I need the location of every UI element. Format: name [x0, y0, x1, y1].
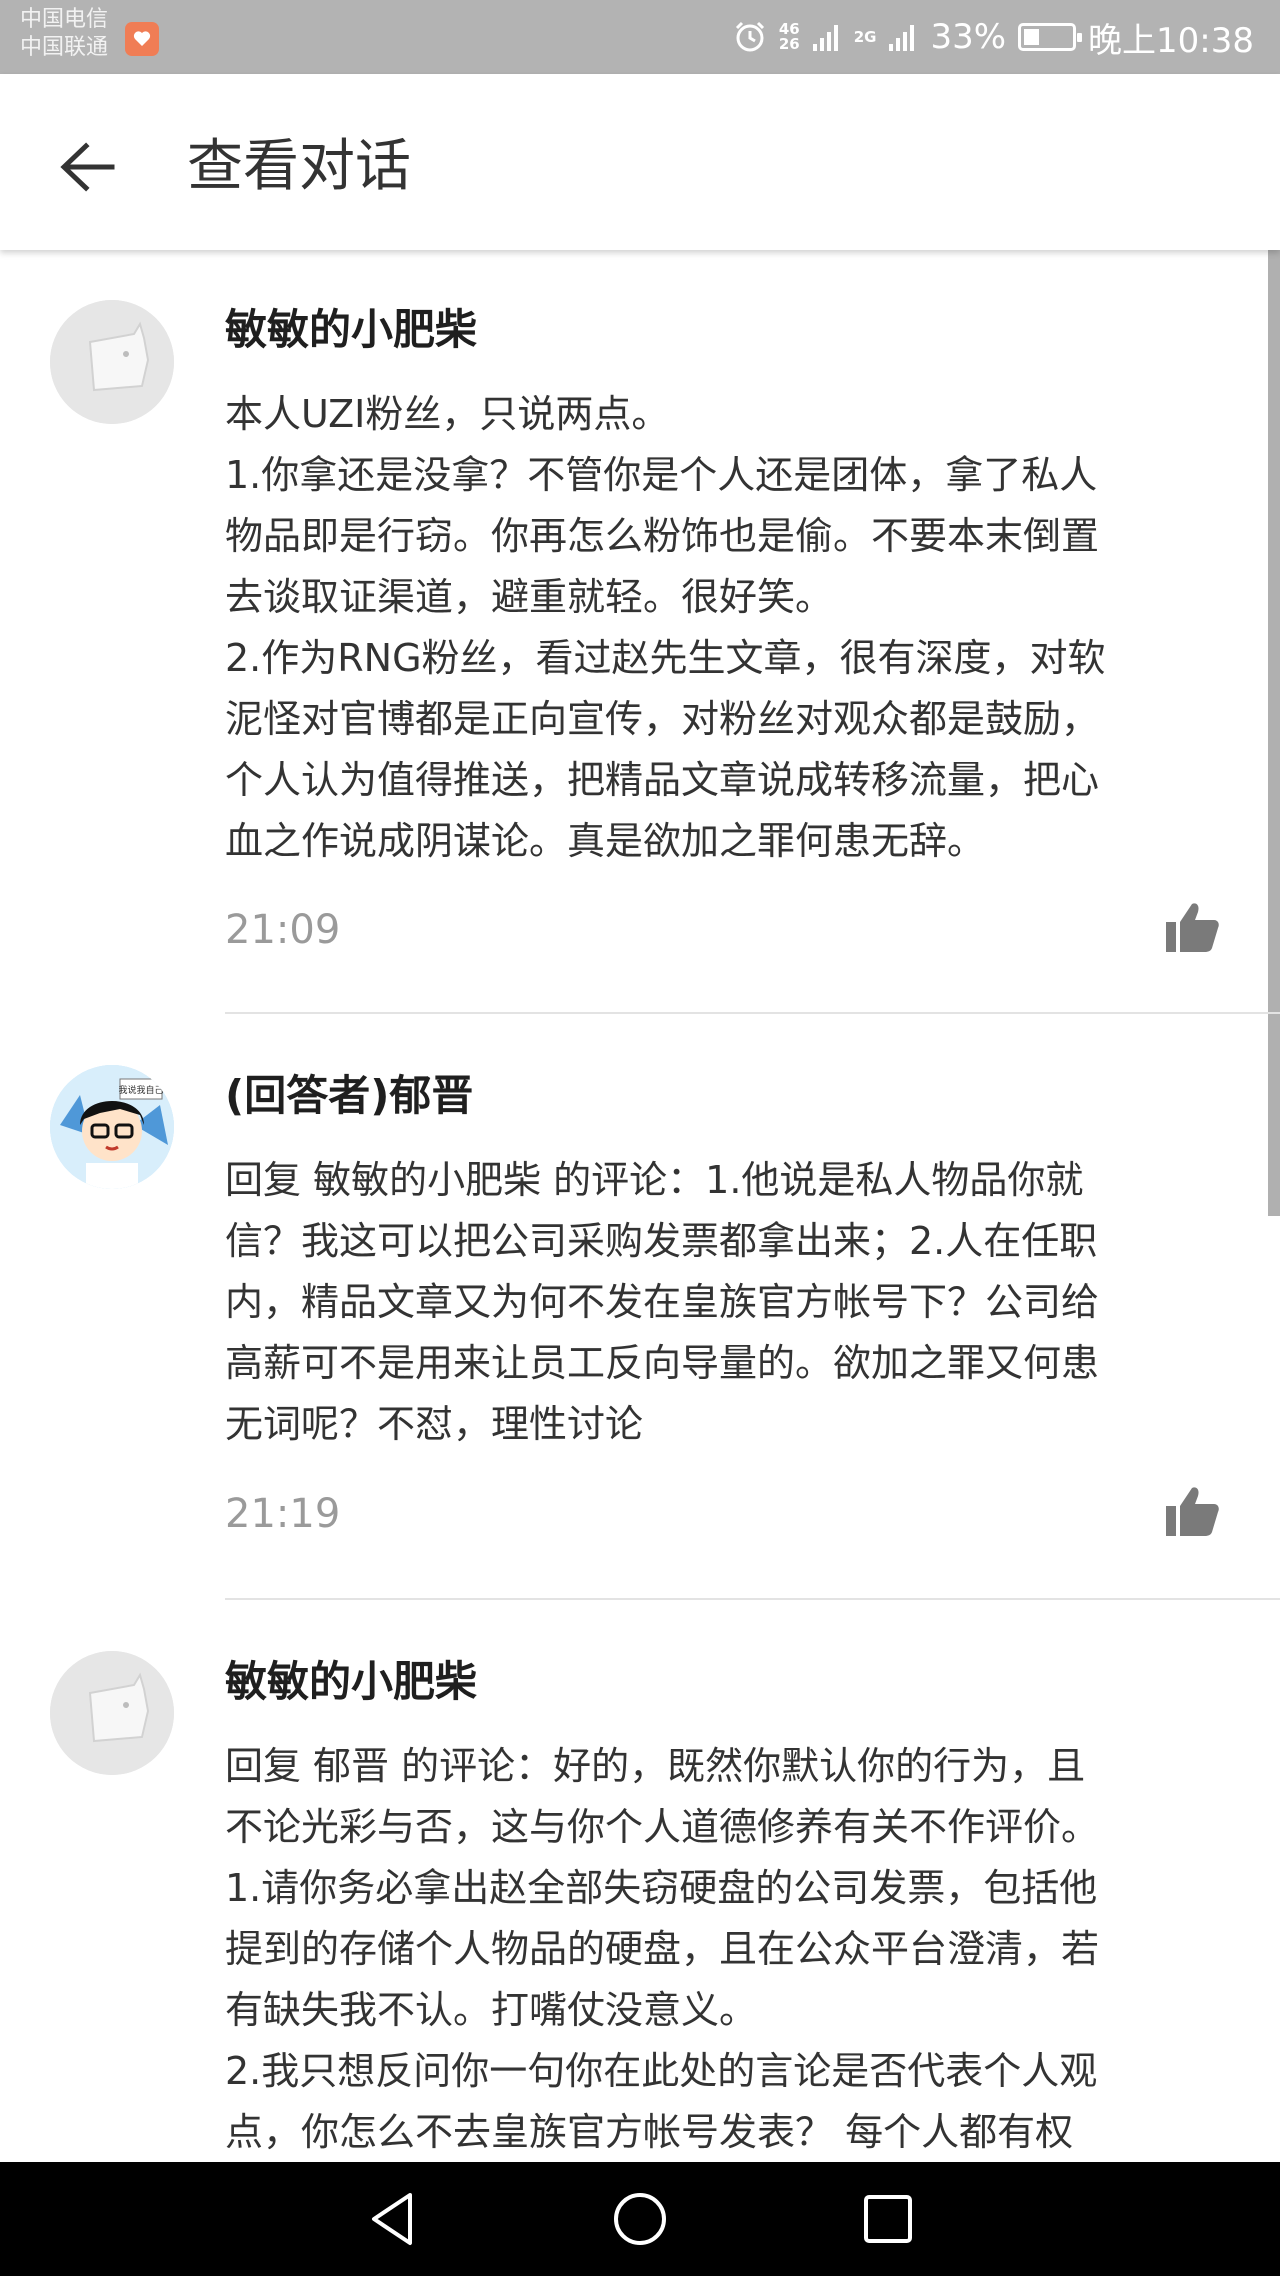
like-button[interactable] — [1162, 1482, 1222, 1542]
system-navigation-bar — [0, 2162, 1280, 2276]
triangle-back-icon — [372, 2193, 412, 2245]
comment-time: 21:19 — [225, 1491, 341, 1537]
nav-recents-button[interactable] — [858, 2189, 918, 2249]
divider — [225, 1012, 1280, 1014]
signal-type-2: 2G — [853, 27, 877, 46]
conversation-list[interactable]: 敏敏的小肥柴 本人UZI粉丝，只说两点。 1.你拿还是没拿？不管你是个人还是团体… — [0, 250, 1280, 2162]
app-bar: 查看对话 — [0, 74, 1280, 250]
nav-back-button[interactable] — [362, 2189, 422, 2249]
default-avatar-icon — [50, 1651, 174, 1775]
clock: 晚上10:38 — [1088, 20, 1254, 61]
comment-text: 回复 郁晋 的评论：好的，既然你默认你的行为，且 不论光彩与否，这与你个人道德修… — [225, 1744, 1100, 2154]
status-icons: 46 26 2G 33% 晚上10:38 — [733, 12, 1254, 62]
comment-text: 回复 敏敏的小肥柴 的评论：1.他说是私人物品你就 信？我这可以把公司采购发票都… — [225, 1158, 1100, 1446]
comment-author[interactable]: 敏敏的小肥柴 — [225, 1654, 477, 1710]
carrier-info: 中国电信 中国联通 — [20, 6, 108, 62]
scrollbar[interactable] — [1268, 250, 1280, 1216]
back-arrow-icon — [60, 142, 115, 192]
battery-icon — [1018, 23, 1083, 51]
signal-1-icon — [812, 25, 838, 51]
comment-text: 本人UZI粉丝，只说两点。 1.你拿还是没拿？不管你是个人还是团体，拿了私人 物… — [225, 392, 1106, 863]
carrier-2: 中国联通 — [20, 35, 109, 60]
page-title: 查看对话 — [187, 134, 411, 199]
carrier-1: 中国电信 — [20, 7, 109, 32]
thumbs-up-icon — [1166, 903, 1219, 952]
back-button[interactable] — [44, 124, 130, 210]
signal-2-icon — [889, 25, 915, 51]
user-avatar-image: 我说我自己 — [50, 1065, 174, 1189]
svg-text:我说我自己: 我说我自己 — [118, 1084, 163, 1096]
alarm-icon — [735, 21, 764, 52]
default-avatar-icon — [50, 300, 174, 424]
avatar[interactable] — [50, 300, 174, 424]
comment-author[interactable]: 敏敏的小肥柴 — [225, 302, 477, 358]
circle-home-icon — [614, 2193, 666, 2245]
comment-author[interactable]: (回答者)郁晋 — [225, 1068, 473, 1124]
comment-time: 21:09 — [225, 907, 341, 953]
avatar[interactable] — [50, 1651, 174, 1775]
signal-type-1: 46 26 — [778, 20, 800, 53]
divider — [225, 1598, 1280, 1600]
status-bar: 中国电信 中国联通 46 26 2G 33% 晚上10:38 — [0, 0, 1280, 74]
avatar[interactable]: 我说我自己 — [50, 1065, 174, 1189]
thumbs-up-icon — [1166, 1487, 1219, 1536]
notification-app-icon — [125, 22, 159, 56]
nav-home-button[interactable] — [610, 2189, 670, 2249]
battery-percent: 33% — [930, 17, 1007, 57]
like-button[interactable] — [1162, 898, 1222, 958]
square-recents-icon — [864, 2195, 912, 2243]
